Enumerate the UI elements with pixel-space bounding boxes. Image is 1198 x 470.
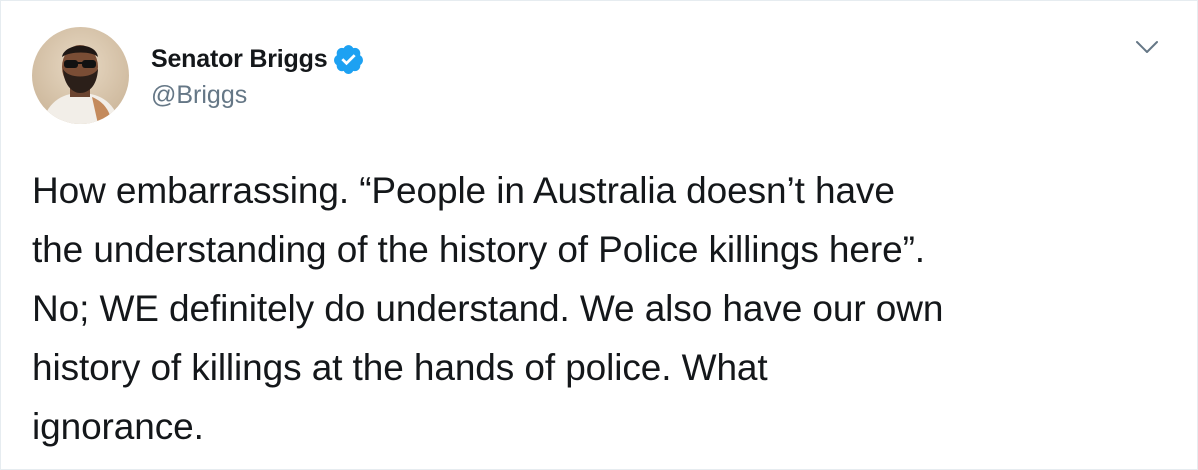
- author-block: Senator Briggs @Briggs: [151, 41, 365, 110]
- avatar[interactable]: [32, 26, 129, 124]
- verified-badge-icon: [332, 43, 365, 76]
- tweet-text: How embarrassing. “People in Australia d…: [32, 170, 944, 447]
- display-name[interactable]: Senator Briggs: [151, 45, 328, 74]
- chevron-down-icon: [1136, 41, 1158, 53]
- avatar-image: [32, 26, 129, 124]
- user-handle[interactable]: @Briggs: [151, 81, 365, 110]
- tweet-header: Senator Briggs @Briggs: [32, 26, 365, 124]
- tweet-card: Senator Briggs @Briggs How embarrassing.…: [0, 0, 1198, 470]
- tweet-menu-button[interactable]: [1131, 33, 1163, 61]
- name-row: Senator Briggs: [151, 41, 365, 79]
